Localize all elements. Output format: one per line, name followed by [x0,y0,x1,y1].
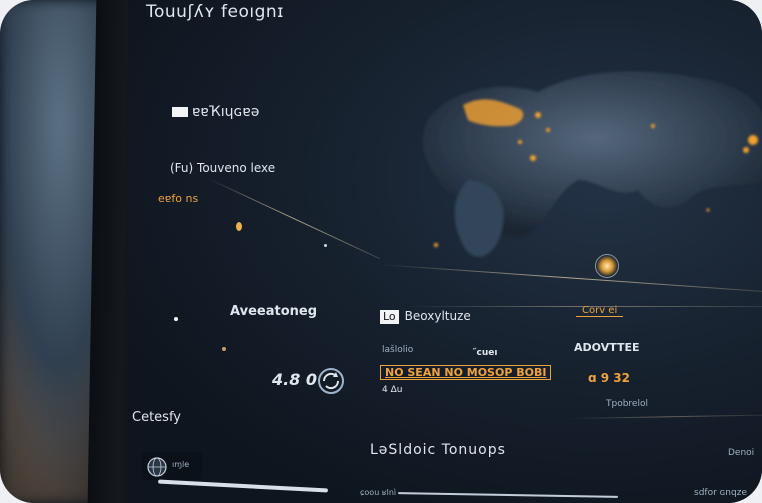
right-value: ɑ 9 32 [588,371,630,385]
bottom-progress [158,479,328,493]
status-value: eɐfo ns [158,192,199,205]
bottom-right-2: sdfor ɢnqze [694,488,747,498]
refresh-icon[interactable] [316,366,346,396]
bottom-left-label: ıɱle [172,460,190,469]
mid-heading-row: Lo Beoxyltuze [380,309,471,324]
screenshot-frame: Touuʃʎʏ feoıgnɪ ɐɐҠıɥɢɐǝ (Fu) Touveno le… [0,0,762,503]
marker-dot [324,244,327,247]
bottom-progress-fill [158,479,328,493]
count-value: 4.8 0 [272,370,318,389]
location-dot-icon[interactable] [236,222,242,231]
status-line: (Fu) Touveno lexe [170,161,276,175]
page-title: Touuʃʎʏ feoıgnɪ [146,2,284,22]
bottom-title: LəSldoic Tonuops [370,442,506,458]
globe-icon [147,457,167,477]
mid-box: Lo [380,309,399,324]
bottom-mid: ɕoou ʁlnì [360,488,397,497]
connector-line-1 [207,178,381,260]
side-label: Cetesfy [132,410,181,425]
marker-dot [222,347,226,351]
bottom-left-card[interactable]: ıɱle [142,452,202,480]
location-marker-icon[interactable] [595,254,619,278]
mid-sub: 4 Δu [382,385,403,395]
right-heading: ADOVTTEE [574,341,640,354]
right-small: Tpobrelol [606,399,648,409]
marker-dot [174,317,178,321]
connector-line-4 [568,414,762,419]
mid-label: Aveeatoneg [230,304,318,319]
mid-row-2: ˝cueı [472,348,498,358]
mid-heading: Beoxyltuze [404,309,471,323]
bottom-right: Denoi [728,448,755,458]
bottom-progress-2 [397,492,619,498]
section-subtitle: ɐɐҠıɥɢɐǝ [172,104,259,120]
world-map [422,71,762,257]
mid-amber-bar[interactable]: NO SEAN NO MOSOP BOBI [380,365,552,380]
dashboard-screen: Touuʃʎʏ feoıgnɪ ɐɐҠıɥɢɐǝ (Fu) Touveno le… [128,0,762,503]
right-tag: Corv ei [576,305,624,317]
bottom-progress-2-fill [397,492,619,498]
mid-row-1: lašlolio [382,345,414,355]
